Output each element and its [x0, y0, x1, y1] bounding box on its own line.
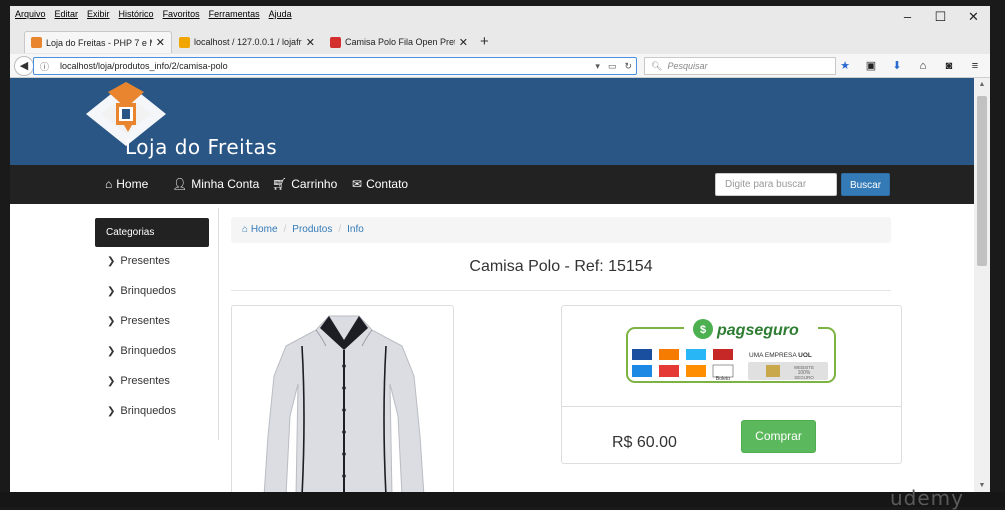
download-icon[interactable]: ⬇ — [884, 57, 910, 75]
envelope-icon: ✉ — [352, 177, 363, 191]
site-header: Loja do Freitas — [10, 78, 974, 165]
svg-text:pagseguro: pagseguro — [716, 322, 799, 339]
url-text: localhost/loja/produtos_info/2/camisa-po… — [60, 61, 228, 71]
tab-title: Camisa Polo Fila Open Preta — [345, 37, 455, 47]
new-tab-button[interactable]: + — [480, 31, 489, 53]
cart-icon: 🛒︎ — [272, 177, 288, 191]
category-item[interactable]: ❯ Brinquedos — [107, 405, 176, 417]
product-title: Camisa Polo - Ref: 15154 — [469, 258, 653, 275]
nav-minha-conta[interactable]: 👤︎ Minha Conta — [172, 165, 259, 204]
buy-button[interactable]: Comprar — [741, 420, 816, 453]
categories-heading[interactable]: Categorias — [95, 218, 209, 247]
nav-carrinho[interactable]: 🛒︎ Carrinho — [272, 165, 337, 204]
menu-bar: Arquivo Editar Exibir Histórico Favorito… — [10, 6, 990, 24]
tab-title: Loja do Freitas - PHP 7 e My — [46, 37, 152, 48]
home-icon[interactable]: ⌂ — [910, 57, 936, 75]
category-item[interactable]: ❯ Presentes — [107, 375, 170, 387]
category-item[interactable]: ❯ Presentes — [107, 255, 170, 267]
scroll-up-icon[interactable]: ▲ — [974, 81, 990, 88]
scrollbar-thumb[interactable] — [977, 96, 987, 266]
title-divider — [231, 290, 891, 291]
hamburger-menu-icon[interactable]: ≡ — [962, 57, 988, 75]
dropdown-icon[interactable]: ▾ — [595, 58, 600, 74]
site-navbar: ⌂ Home 👤︎ Minha Conta 🛒︎ Carrinho ✉ Contato … — [10, 165, 974, 204]
nav-home[interactable]: ⌂ Home — [105, 165, 148, 204]
navigation-bar: ◀ ⓘ localhost/loja/produtos_info/2/camis… — [10, 54, 990, 78]
chevron-right-icon: ❯ — [107, 406, 116, 417]
tab-bar: Loja do Freitas - PHP 7 e My ✕ localhost… — [10, 31, 990, 53]
product-image-panel — [231, 305, 454, 492]
address-bar[interactable]: ⓘ localhost/loja/produtos_info/2/camisa-… — [33, 57, 637, 75]
library-icon[interactable]: ▣ — [858, 57, 884, 75]
site-brand-title[interactable]: Loja do Freitas — [125, 135, 277, 159]
svg-text:Boleto: Boleto — [716, 376, 730, 382]
breadcrumb-home[interactable]: Home — [251, 224, 278, 235]
chevron-right-icon: ❯ — [107, 316, 116, 327]
site-search-input[interactable]: Digite para buscar — [715, 173, 837, 196]
tab-camisa-polo[interactable]: Camisa Polo Fila Open Preta ✕ — [324, 31, 474, 53]
purchase-panel: $ pagseguro UMA EMPRESA UOL Boleto WEBSI… — [561, 305, 902, 464]
store-favicon-icon — [31, 37, 42, 48]
category-item[interactable]: ❯ Brinquedos — [107, 345, 176, 357]
menu-editar[interactable]: Editar — [55, 9, 79, 19]
menu-ajuda[interactable]: Ajuda — [269, 9, 292, 19]
menu-historico[interactable]: Histórico — [119, 9, 154, 19]
breadcrumb: ⌂ Home / Produtos / Info — [231, 217, 891, 243]
tab-phpmyadmin[interactable]: localhost / 127.0.0.1 / lojafre ✕ — [173, 31, 321, 53]
close-tab-icon[interactable]: ✕ — [156, 36, 165, 49]
toolbar-icons: ★ ▣ ⬇ ⌂ ◙ ≡ — [832, 57, 988, 75]
chevron-right-icon: ❯ — [107, 376, 116, 387]
search-icon: 🔍︎ — [651, 60, 663, 71]
udemy-watermark: udemy — [890, 486, 964, 510]
category-item[interactable]: ❯ Brinquedos — [107, 285, 176, 297]
reload-icon[interactable]: ↻ — [624, 58, 632, 74]
chevron-right-icon: ❯ — [107, 256, 116, 267]
menu-favoritos[interactable]: Favoritos — [163, 9, 200, 19]
close-tab-icon[interactable]: ✕ — [459, 36, 468, 49]
search-button[interactable]: Buscar — [841, 173, 890, 196]
sidebar-divider — [218, 208, 219, 440]
info-icon[interactable]: ⓘ — [40, 60, 54, 73]
browser-search-input[interactable]: 🔍︎ Pesquisar — [644, 57, 836, 75]
breadcrumb-produtos[interactable]: Produtos — [292, 224, 332, 235]
shop-favicon-icon — [330, 36, 341, 48]
reader-view-icon[interactable]: ▭ — [608, 58, 617, 74]
tab-loja-freitas[interactable]: Loja do Freitas - PHP 7 e My ✕ — [24, 31, 172, 53]
product-price: R$ 60.00 — [612, 434, 677, 451]
svg-text:UMA EMPRESA UOL: UMA EMPRESA UOL — [749, 352, 812, 359]
page-viewport: Loja do Freitas ⌂ Home 👤︎ Minha Conta 🛒︎ Ca… — [10, 78, 974, 492]
panel-divider — [562, 406, 901, 407]
chevron-right-icon: ❯ — [107, 346, 116, 357]
nav-contato[interactable]: ✉ Contato — [352, 165, 408, 204]
home-icon: ⌂ — [105, 177, 113, 191]
menu-arquivo[interactable]: Arquivo — [15, 9, 46, 19]
menu-exibir[interactable]: Exibir — [87, 9, 110, 19]
page-scrollbar[interactable]: ▲ ▼ — [974, 78, 990, 492]
breadcrumb-info[interactable]: Info — [347, 224, 364, 235]
svg-text:SEGURO: SEGURO — [794, 375, 814, 380]
home-icon: ⌂ — [242, 224, 249, 235]
bookmark-star-icon[interactable]: ★ — [832, 57, 858, 75]
pagseguro-logo-icon: $ pagseguro UMA EMPRESA UOL Boleto WEBSI… — [626, 318, 836, 383]
scroll-down-icon[interactable]: ▼ — [974, 482, 990, 489]
svg-text:$: $ — [700, 324, 706, 336]
back-button[interactable]: ◀ — [14, 56, 34, 76]
pocket-icon[interactable]: ◙ — [936, 57, 962, 75]
close-tab-icon[interactable]: ✕ — [306, 36, 315, 49]
back-arrow-icon: ◀ — [19, 60, 29, 72]
category-item[interactable]: ❯ Presentes — [107, 315, 170, 327]
pagseguro-badge: $ pagseguro UMA EMPRESA UOL Boleto WEBSI… — [626, 314, 838, 384]
bottom-edge — [0, 492, 1005, 507]
phpmyadmin-favicon-icon — [179, 36, 190, 48]
tab-title: localhost / 127.0.0.1 / lojafre — [194, 37, 302, 47]
user-icon: 👤︎ — [172, 177, 188, 191]
chevron-right-icon: ❯ — [107, 286, 116, 297]
search-placeholder: Pesquisar — [667, 61, 708, 71]
menu-ferramentas[interactable]: Ferramentas — [209, 9, 260, 19]
shirt-image — [232, 306, 453, 492]
